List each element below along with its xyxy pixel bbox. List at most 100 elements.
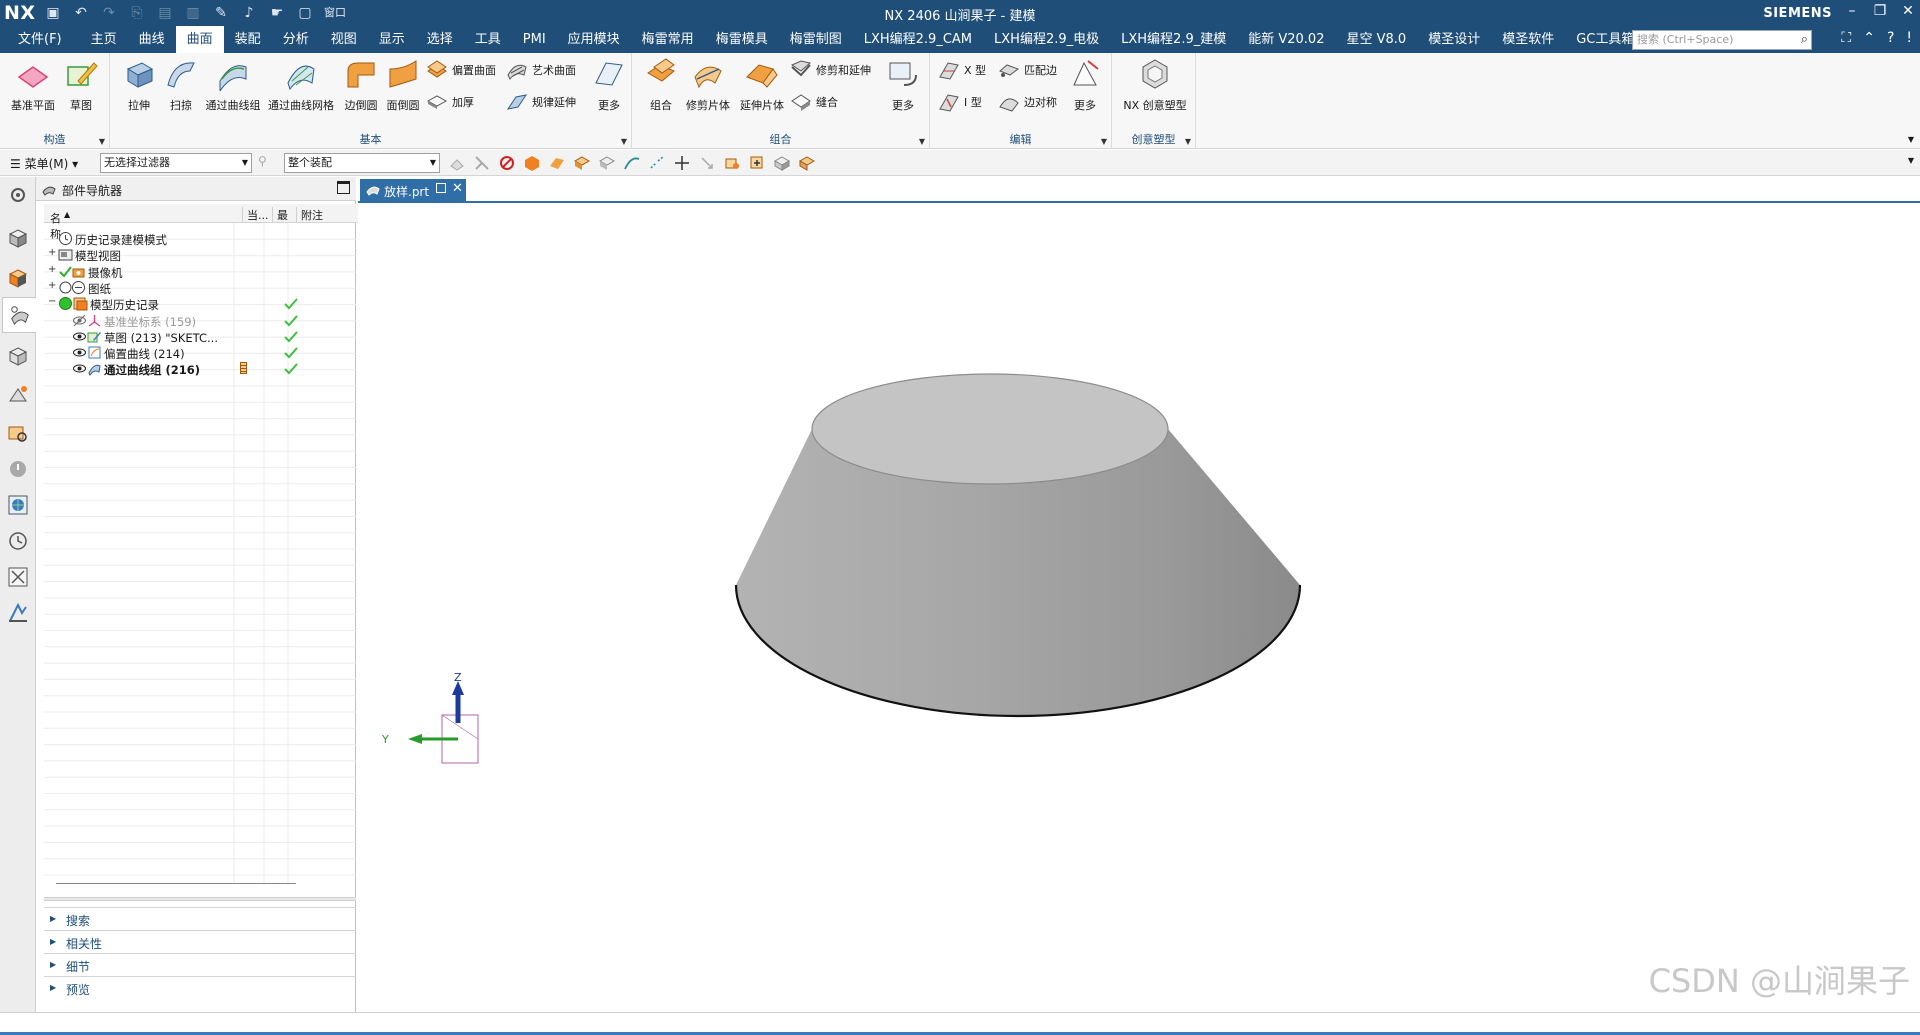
command-search-input[interactable]: 搜索 (Ctrl+Space) ⌕ [1632, 30, 1812, 50]
menu-tab-15[interactable]: LXH编程2.9_CAM [853, 26, 983, 53]
x-form-button[interactable]: X 型 [938, 57, 986, 83]
restore-icon[interactable]: ❐ [1872, 3, 1888, 19]
chevron-down-icon[interactable]: ▼ [621, 137, 627, 146]
chevron-down-icon[interactable]: ▼ [99, 137, 105, 146]
through-curves-button[interactable]: 通过曲线组 [200, 57, 266, 113]
pin-icon[interactable] [436, 183, 446, 193]
chevron-down-icon[interactable]: ▼ [1185, 137, 1191, 146]
settings-icon[interactable] [6, 183, 30, 207]
menu-tab-0[interactable]: 文件(F) [0, 26, 80, 53]
maximize-icon[interactable] [337, 181, 350, 194]
point-icon[interactable] [648, 154, 666, 172]
chevron-down-icon[interactable]: ▼ [919, 137, 925, 146]
constraint-navigator-icon[interactable] [6, 267, 30, 291]
pick-icon[interactable] [473, 154, 491, 172]
trim-sheet-button[interactable]: 修剪片体 [680, 57, 736, 113]
clock-icon[interactable] [6, 529, 30, 553]
menu-tab-2[interactable]: 曲线 [128, 26, 176, 53]
box-select-icon[interactable] [723, 154, 741, 172]
menu-tab-7[interactable]: 显示 [368, 26, 416, 53]
menu-tab-4[interactable]: 装配 [224, 26, 272, 53]
selection-filter-dropdown[interactable]: 无选择过滤器 ▼ [100, 153, 252, 173]
expand-icon[interactable]: + [48, 280, 57, 291]
menu-tab-11[interactable]: 应用模块 [557, 26, 631, 53]
close-icon[interactable]: ✕ [1900, 3, 1916, 19]
curve-icon[interactable] [623, 154, 641, 172]
add-component-icon[interactable] [748, 154, 766, 172]
menu-tab-5[interactable]: 分析 [272, 26, 320, 53]
component-icon[interactable] [573, 154, 591, 172]
trim-and-extend-button[interactable]: 修剪和延伸 [790, 57, 871, 83]
tools-icon[interactable] [6, 565, 30, 589]
hd3d-tools-icon[interactable] [6, 383, 30, 407]
web-browser-icon[interactable] [6, 421, 30, 445]
menu-tab-6[interactable]: 视图 [320, 26, 368, 53]
reuse-library-icon[interactable] [6, 345, 30, 369]
menu-tab-9[interactable]: 工具 [464, 26, 512, 53]
role-icon[interactable] [6, 601, 30, 625]
column-latest[interactable]: 最 [272, 207, 288, 223]
snap-icon[interactable] [673, 154, 691, 172]
document-tab[interactable]: 放样.prt ✕ [360, 179, 466, 201]
close-tab-icon[interactable]: ✕ [452, 181, 463, 196]
assembly-navigator-icon[interactable] [6, 227, 30, 251]
menu-tab-18[interactable]: 能新 V20.02 [1237, 26, 1335, 53]
horizontal-scrollbar[interactable] [56, 883, 296, 884]
combine-button[interactable]: 组合 [636, 57, 686, 113]
menu-tab-13[interactable]: 梅雷模具 [705, 26, 779, 53]
expand-icon[interactable]: + [48, 264, 57, 275]
column-notes[interactable]: 附注 [296, 207, 323, 223]
face-blend-button[interactable]: 面倒圆 [378, 57, 428, 113]
no-entry-icon[interactable] [498, 154, 516, 172]
menu-tab-21[interactable]: 模圣软件 [1491, 26, 1565, 53]
extend-sheet-button[interactable]: 延伸片体 [734, 57, 790, 113]
solid-body-icon[interactable] [523, 154, 541, 172]
fullscreen-icon[interactable]: ⛶ [1841, 30, 1851, 46]
menu-tab-14[interactable]: 梅雷制图 [779, 26, 853, 53]
sketch-button[interactable]: 草图 [56, 57, 106, 113]
menu-tab-12[interactable]: 梅雷常用 [631, 26, 705, 53]
accordion-search[interactable]: ▶ 搜索 [44, 907, 356, 930]
face-icon[interactable] [598, 154, 616, 172]
offset-surface-button[interactable]: 偏置曲面 [426, 57, 496, 83]
studio-surface-button[interactable]: 艺术曲面 [506, 57, 576, 83]
menu-tab-16[interactable]: LXH编程2.9_电极 [983, 26, 1110, 53]
more-combine-button[interactable]: 更多 [878, 57, 928, 113]
help-icon[interactable]: ? [1887, 30, 1894, 46]
sheet-body-icon[interactable] [548, 154, 566, 172]
column-current[interactable]: 当... [242, 207, 269, 223]
menu-tab-10[interactable]: PMI [512, 26, 557, 53]
menu-tab-3[interactable]: 曲面 [175, 26, 224, 53]
collapse-ribbon-icon[interactable]: ⌃ [1863, 30, 1875, 46]
edge-symmetry-button[interactable]: 边对称 [998, 89, 1057, 115]
filter-icon[interactable]: ⚲ [258, 154, 267, 168]
match-edge-button[interactable]: 匹配边 [998, 57, 1057, 83]
law-extension-button[interactable]: 规律延伸 [506, 89, 576, 115]
more-basic-button[interactable]: 更多 [584, 57, 634, 113]
selection-scope-dropdown[interactable]: 整个装配 ▼ [284, 153, 440, 173]
panel-splitter[interactable] [44, 897, 356, 901]
nx-realize-shape-button[interactable]: NX 创意塑型 [1120, 57, 1190, 113]
chevron-down-icon[interactable]: ▼ [1101, 137, 1107, 146]
main-menu-button[interactable]: ☰ 菜单(M) ▾ [10, 155, 78, 172]
more-edit-button[interactable]: 更多 [1060, 57, 1110, 113]
ribbon-options-icon[interactable]: ▼ [1908, 135, 1914, 144]
globe-icon[interactable] [6, 493, 30, 517]
select-all-icon[interactable] [448, 154, 466, 172]
graphics-window[interactable]: 放样.prt ✕ Z Y CSDN @山涧果子 [358, 177, 1920, 1012]
arrow-select-icon[interactable] [698, 154, 716, 172]
expand-icon[interactable]: + [48, 248, 57, 258]
eye-icon[interactable] [72, 361, 87, 376]
minimize-icon[interactable]: – [1844, 3, 1860, 19]
eye-icon[interactable] [72, 329, 87, 344]
history-palette-icon[interactable] [6, 457, 30, 481]
alert-icon[interactable]: ! [1906, 30, 1912, 46]
i-form-button[interactable]: I 型 [938, 89, 982, 115]
menu-tab-19[interactable]: 星空 V8.0 [1335, 26, 1417, 53]
accordion-details[interactable]: ▶ 细节 [44, 953, 356, 976]
tree-row[interactable]: 通过曲线组 (216) [44, 359, 386, 379]
lofted-cone-body[interactable] [734, 373, 1302, 718]
menu-tab-20[interactable]: 模圣设计 [1417, 26, 1491, 53]
eye-icon[interactable] [72, 345, 87, 360]
accordion-dependencies[interactable]: ▶ 相关性 [44, 930, 356, 953]
